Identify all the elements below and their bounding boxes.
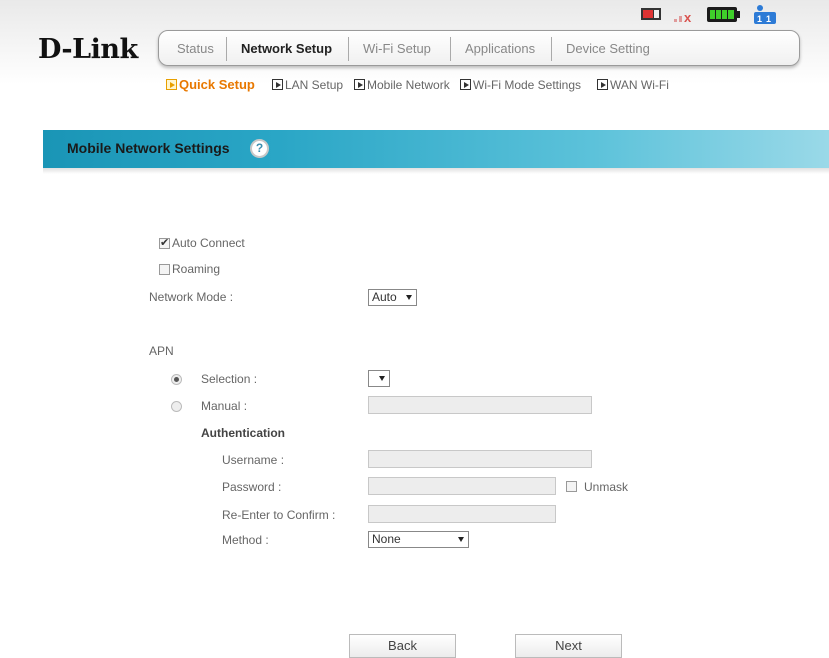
- subnav-quick-setup[interactable]: Quick Setup: [166, 77, 255, 95]
- auto-connect-checkbox[interactable]: [159, 236, 170, 249]
- method-label: Method :: [222, 533, 269, 547]
- page-title: Mobile Network Settings: [67, 140, 230, 156]
- apn-selection-select[interactable]: [368, 370, 390, 387]
- auto-connect-label: Auto Connect: [172, 236, 245, 250]
- username-label: Username :: [222, 453, 285, 467]
- tab-applications[interactable]: Applications: [455, 39, 545, 59]
- roaming-checkbox[interactable]: [159, 264, 170, 275]
- auth-method-select[interactable]: None: [368, 531, 469, 548]
- network-mode-label: Network Mode :: [149, 290, 234, 304]
- subnav-wifi-mode-settings[interactable]: Wi-Fi Mode Settings: [460, 77, 581, 95]
- svg-text:1: 1: [766, 14, 771, 24]
- network-info-icon[interactable]: 1 1: [752, 4, 780, 26]
- apn-selection-label: Selection :: [201, 372, 258, 386]
- arrow-right-icon: [166, 79, 177, 90]
- dropdown-arrow-icon: [458, 537, 464, 542]
- apn-section-label: APN: [149, 344, 174, 358]
- unmask-checkbox[interactable]: [566, 481, 577, 492]
- subnav-mobile-network[interactable]: Mobile Network: [354, 77, 450, 95]
- network-mode-select[interactable]: Auto: [368, 289, 417, 306]
- svg-text:1: 1: [757, 14, 762, 24]
- status-icons: x 1 1: [640, 4, 820, 28]
- tab-device-setting[interactable]: Device Setting: [556, 39, 660, 59]
- authentication-section-label: Authentication: [201, 426, 285, 440]
- signal-no-service-icon: x: [674, 10, 692, 24]
- tab-wifi-setup[interactable]: Wi-Fi Setup: [353, 39, 441, 59]
- page-title-banner: Mobile Network Settings ?: [43, 130, 829, 168]
- tab-status[interactable]: Status: [167, 39, 224, 59]
- apn-manual-input[interactable]: [368, 396, 592, 414]
- username-input[interactable]: [368, 450, 592, 468]
- arrow-right-icon: [272, 79, 283, 90]
- roaming-label: Roaming: [172, 262, 221, 276]
- arrow-right-icon: [354, 79, 365, 90]
- banner-shadow: [43, 168, 829, 174]
- svg-text:x: x: [684, 10, 692, 24]
- confirm-password-input[interactable]: [368, 505, 556, 523]
- next-button[interactable]: Next: [515, 634, 622, 658]
- confirm-password-label: Re-Enter to Confirm :: [222, 508, 336, 522]
- nav-divider: [226, 37, 227, 61]
- apn-selection-radio[interactable]: [171, 374, 182, 385]
- dropdown-arrow-icon: [406, 295, 412, 300]
- password-label: Password :: [222, 480, 282, 494]
- dlink-logo: D-Link: [38, 34, 138, 65]
- dropdown-arrow-icon: [379, 376, 385, 381]
- tab-network-setup[interactable]: Network Setup: [231, 39, 342, 59]
- sms-icon[interactable]: [640, 6, 662, 22]
- nav-divider: [450, 37, 451, 61]
- nav-divider: [551, 37, 552, 61]
- battery-full-icon: [707, 7, 740, 22]
- subnav-wan-wifi[interactable]: WAN Wi-Fi: [597, 77, 669, 95]
- arrow-right-icon: [460, 79, 471, 90]
- help-icon[interactable]: ?: [250, 139, 269, 158]
- password-input[interactable]: [368, 477, 556, 495]
- apn-manual-radio[interactable]: [171, 401, 182, 412]
- back-button[interactable]: Back: [349, 634, 456, 658]
- unmask-label: Unmask: [584, 480, 629, 494]
- main-nav: Status Network Setup Wi-Fi Setup Applica…: [158, 30, 800, 66]
- arrow-right-icon: [597, 79, 608, 90]
- apn-manual-label: Manual :: [201, 399, 248, 413]
- subnav-lan-setup[interactable]: LAN Setup: [272, 77, 343, 95]
- nav-divider: [348, 37, 349, 61]
